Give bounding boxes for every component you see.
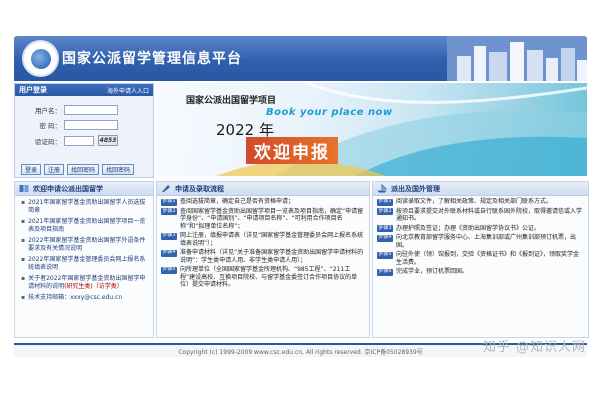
banner-subtitle: 国家公派出国留学项目	[186, 96, 277, 106]
apply-step: 步骤2 查阅国家留学基金资助出国留学项目一览表及项目指南，确定“申请留学身份”、“…	[161, 207, 364, 230]
news-item[interactable]: ▪ 2021年国家留学基金资助出国留学人员选拔简章	[21, 199, 149, 215]
support-email: ▪ 技术支持邮箱：xxxy@csc.edu.cn	[21, 294, 123, 301]
depart-panel-header: 派出及国外管理	[373, 182, 588, 196]
news-item[interactable]: ▪ 2022年国家留学基金管理委员会网上报名系统填表说明	[21, 256, 149, 272]
depart-step: 步骤4 向北京教育部留学服务中心、上海集训部或广州集训部预订机票，出国。	[377, 234, 577, 249]
watermark: 知乎 @知识人网	[482, 340, 586, 355]
banner-slogan: Book your place now	[266, 107, 393, 118]
skyline-icon	[447, 36, 587, 81]
depart-step: 步骤6 完成学业，预订机票回国。	[377, 268, 469, 276]
banner-welcome: 欢迎申报	[246, 137, 338, 164]
departure-panel: 派出及国外管理 步骤1 阅读录取文件，了解相关政策、规定及相关部门联系方式。 步骤…	[372, 181, 589, 338]
login-title: 用户登录	[19, 86, 47, 94]
news-item[interactable]: ▪ 关于者2022年国家留学基金资助出国留学申请材料的说明(研究生类)（访学类）	[21, 275, 149, 291]
captcha-input[interactable]	[64, 135, 94, 146]
depart-step: 步骤3 办理护照及签证；办理《资助出国留学协议书》公证。	[377, 224, 541, 232]
site-header: 国家公派留学管理信息平台	[14, 36, 587, 81]
depart-title: 派出及国外管理	[391, 184, 440, 193]
apply-process-panel: 申请及录取流程 步骤1 查阅选拔简章，确定自己是否有资格申请； 步骤2 查阅国家留学…	[156, 181, 370, 338]
register-button[interactable]: 注册	[44, 164, 65, 175]
apply-panel-header: 申请及录取流程	[157, 182, 369, 196]
site-logo-icon	[22, 40, 59, 77]
apply-step: 步骤5 向所理单位（全国国家留学基金所理机构、“985工程”、“211工程”建设高…	[161, 266, 358, 288]
depart-step: 步骤1 阅读录取文件，了解相关政策、规定及相关部门联系方式。	[377, 198, 553, 206]
depart-step: 步骤5 向驻外使（领）馆报到，交验《资格证书》和《报到证》，领取奖学金生活费。	[377, 251, 580, 266]
captcha-label: 验证码：	[35, 137, 61, 146]
apply-step: 步骤3 网上注册，填报申请表（详见“国家留学基金管理委员会网上报名系统填表说明”）…	[161, 232, 364, 247]
book-icon	[19, 185, 29, 192]
pen-icon	[162, 185, 170, 192]
news-title: 欢迎申请公派出国留学	[33, 184, 103, 193]
username-row: 用户名：	[21, 105, 118, 115]
captcha-row: 验证码： 4853	[21, 135, 118, 146]
recover-password-button-2[interactable]: 找回密码	[102, 164, 135, 175]
depart-step: 步骤2 按须且要求提交对外联系材料或自行联系国外院校，取得邀请信或入学通知书。	[377, 207, 583, 222]
password-label: 密 码：	[39, 122, 61, 130]
login-panel-header: 用户登录 海外申请人入口	[15, 84, 153, 96]
news-list: ▪ 2021年国家留学基金资助出国留学人员选拔简章 ▪ 2021年国家留学基金资助出…	[15, 199, 153, 302]
username-input[interactable]	[64, 105, 118, 115]
password-row: 密 码：	[21, 120, 118, 130]
apply-step: 步骤1 查阅选拔简章，确定自己是否有资格申请；	[161, 198, 295, 206]
overseas-applicant-link[interactable]: 海外申请人入口	[107, 86, 149, 95]
news-panel: 欢迎申请公派出国留学 ▪ 2021年国家留学基金资助出国留学人员选拔简章 ▪ 202…	[14, 181, 154, 338]
recover-password-button[interactable]: 找回密码	[67, 164, 100, 175]
login-buttons: 登录 注册 找回密码 找回密码	[21, 164, 135, 175]
ship-icon	[377, 184, 387, 193]
apply-title: 申请及录取流程	[175, 184, 224, 193]
news-item[interactable]: ▪ 2021年国家留学基金资助出国留学项目一览表及项目指南	[21, 218, 149, 234]
banner: 国家公派出国留学项目 Book your place now 2022 年 欢迎…	[156, 83, 587, 176]
captcha-image[interactable]: 4853	[98, 135, 118, 146]
site-title: 国家公派留学管理信息平台	[62, 51, 242, 67]
username-label: 用户名：	[35, 107, 61, 115]
apply-step: 步骤4 准备申请材料（详见“关于准备国家留学基金资助出国留学申请材料的说明”：学生…	[161, 249, 364, 264]
page: 国家公派留学管理信息平台 用户登录 海外申请人入口 用户名： 密 码： 验证码：…	[14, 36, 589, 360]
news-panel-header: 欢迎申请公派出国留学	[15, 182, 153, 196]
password-input[interactable]	[64, 120, 118, 130]
login-button[interactable]: 登录	[21, 164, 42, 175]
news-item[interactable]: ▪ 2022年国家留学基金资助出国留学外语条件要求及有关情况说明	[21, 237, 149, 253]
login-panel: 用户登录 海外申请人入口 用户名： 密 码： 验证码： 4853 登录 注册 找…	[14, 83, 154, 178]
